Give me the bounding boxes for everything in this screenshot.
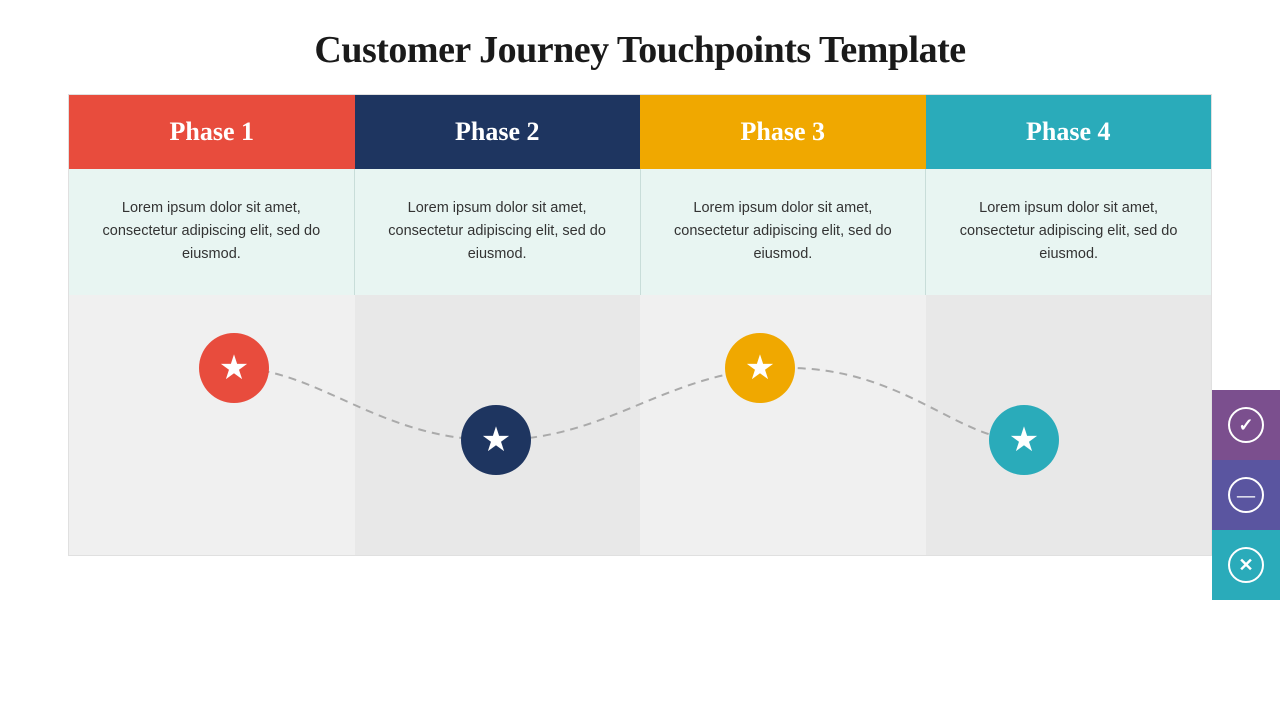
bottom-row bbox=[69, 495, 1211, 555]
star-icon-2: ★ bbox=[461, 405, 531, 475]
phase3-header: Phase 3 bbox=[640, 95, 926, 169]
content-row: Lorem ipsum dolor sit amet, consectetur … bbox=[69, 169, 1211, 295]
page-title: Customer Journey Touchpoints Template bbox=[0, 0, 1280, 94]
check-icon: ✓ bbox=[1228, 407, 1264, 443]
minus-button[interactable]: — bbox=[1212, 460, 1280, 530]
star-icon-3: ★ bbox=[725, 333, 795, 403]
journey-cell-4 bbox=[926, 295, 1212, 495]
phase2-header: Phase 2 bbox=[355, 95, 641, 169]
journey-row: ★ ★ ★ ★ bbox=[69, 295, 1211, 495]
bottom-cell-1 bbox=[69, 495, 355, 555]
close-button[interactable]: ✕ bbox=[1212, 530, 1280, 600]
content-cell-4: Lorem ipsum dolor sit amet, consectetur … bbox=[926, 169, 1211, 295]
phase4-header: Phase 4 bbox=[926, 95, 1212, 169]
star-icon-4: ★ bbox=[989, 405, 1059, 475]
content-cell-2: Lorem ipsum dolor sit amet, consectetur … bbox=[355, 169, 641, 295]
content-cell-3: Lorem ipsum dolor sit amet, consectetur … bbox=[641, 169, 927, 295]
minus-icon: — bbox=[1228, 477, 1264, 513]
phase1-header: Phase 1 bbox=[69, 95, 355, 169]
phases-header-row: Phase 1 Phase 2 Phase 3 Phase 4 bbox=[69, 95, 1211, 169]
close-icon: ✕ bbox=[1228, 547, 1264, 583]
journey-table: Phase 1 Phase 2 Phase 3 Phase 4 Lorem ip… bbox=[68, 94, 1212, 556]
star-icon-1: ★ bbox=[199, 333, 269, 403]
check-button[interactable]: ✓ bbox=[1212, 390, 1280, 460]
bottom-cell-3 bbox=[640, 495, 926, 555]
bottom-cell-2 bbox=[355, 495, 641, 555]
right-panel: ✓ — ✕ bbox=[1212, 390, 1280, 600]
content-cell-1: Lorem ipsum dolor sit amet, consectetur … bbox=[69, 169, 355, 295]
bottom-cell-4 bbox=[926, 495, 1212, 555]
